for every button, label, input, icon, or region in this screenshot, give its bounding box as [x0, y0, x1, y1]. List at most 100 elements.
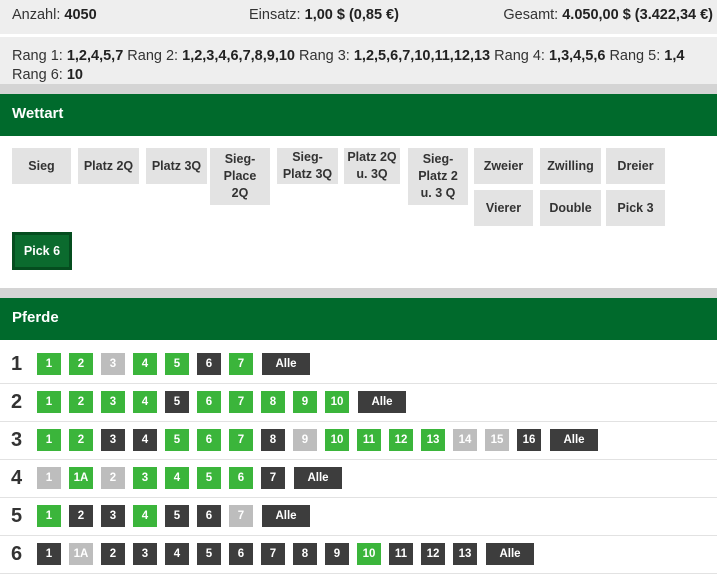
bet-type-button[interactable]: Dreier	[606, 148, 665, 184]
horse-chip[interactable]: 1A	[69, 467, 93, 489]
select-all-button[interactable]: Alle	[262, 505, 310, 527]
bet-type-button[interactable]: Sieg- Platz 2 u. 3 Q	[408, 148, 468, 205]
bet-summary: Anzahl: 4050 Einsatz: 1,00 $ (0,85 €) Ge…	[0, 0, 717, 84]
horse-chip[interactable]: 1	[37, 353, 61, 375]
bet-type-button[interactable]: Pick 6	[12, 232, 72, 270]
horse-chip[interactable]: 4	[165, 467, 189, 489]
horse-chip[interactable]: 1	[37, 505, 61, 527]
horse-chip[interactable]: 7	[229, 429, 253, 451]
rank-value: 1,3,4,5,6	[548, 48, 606, 64]
horse-chip[interactable]: 8	[261, 429, 285, 451]
einsatz-summary: Einsatz: 1,00 $ (0,85 €)	[249, 7, 399, 27]
bet-type-label: Platz 2Q	[83, 158, 134, 173]
bet-type-label: Vierer	[485, 200, 522, 215]
bet-type-button[interactable]: Sieg- Platz 3Q	[277, 148, 338, 184]
horse-chip[interactable]: 6	[229, 543, 253, 565]
horse-row: 5 1 2 3 4 5 6 7 Alle	[0, 498, 717, 536]
bet-type-button[interactable]: Platz 3Q	[146, 148, 207, 184]
select-all-button[interactable]: Alle	[486, 543, 534, 565]
horse-chip[interactable]: 6	[197, 505, 221, 527]
horse-chip[interactable]: 2	[69, 391, 93, 413]
horse-chip[interactable]: 3	[101, 429, 125, 451]
bet-type-button[interactable]: Pick 3	[606, 190, 665, 226]
horse-chip[interactable]: 1	[37, 391, 61, 413]
horse-chip[interactable]: 10	[357, 543, 381, 565]
rank-number: 6	[11, 543, 23, 565]
horse-chip[interactable]: 4	[165, 543, 189, 565]
horse-chip[interactable]: 3	[133, 467, 157, 489]
horse-chip[interactable]: 12	[421, 543, 445, 565]
horse-chip[interactable]: 1	[37, 429, 61, 451]
select-all-button[interactable]: Alle	[358, 391, 406, 413]
horse-chip[interactable]: 6	[197, 353, 221, 375]
horse-chip[interactable]: 3	[101, 505, 125, 527]
horse-row: 2 1 2 3 4 5 6 7 8 9 10 Alle	[0, 384, 717, 422]
anzahl-value: 4050	[64, 7, 97, 23]
horse-chip[interactable]: 4	[133, 429, 157, 451]
bet-type-label: Sieg	[28, 158, 55, 173]
horse-chip[interactable]: 3	[101, 391, 125, 413]
horse-chip[interactable]: 7	[261, 543, 285, 565]
bet-type-label: Zwilling	[547, 158, 594, 173]
bet-type-button[interactable]: Vierer	[474, 190, 533, 226]
bet-type-label: Pick 6	[23, 243, 61, 258]
bet-type-button[interactable]: Zweier	[474, 148, 533, 184]
bet-type-button[interactable]: Zwilling	[540, 148, 601, 184]
horse-chip[interactable]: 5	[165, 505, 189, 527]
horse-chip[interactable]: 9	[293, 391, 317, 413]
horse-chip[interactable]: 16	[517, 429, 541, 451]
horse-chip[interactable]: 6	[197, 391, 221, 413]
horse-chip[interactable]: 4	[133, 391, 157, 413]
horse-chip[interactable]: 7	[229, 391, 253, 413]
horse-chip[interactable]: 11	[357, 429, 381, 451]
bet-type-button[interactable]: Sieg	[12, 148, 71, 184]
rank-label: Rang 2:	[127, 48, 183, 64]
select-all-button[interactable]: Alle	[550, 429, 598, 451]
bet-type-button[interactable]: Sieg- Place 2Q	[210, 148, 270, 205]
horse-chip[interactable]: 2	[69, 505, 93, 527]
horse-chip[interactable]: 2	[101, 543, 125, 565]
horse-chip[interactable]: 4	[133, 505, 157, 527]
pferde-header: Pferde	[0, 298, 717, 340]
horse-chip[interactable]: 4	[133, 353, 157, 375]
horse-chip[interactable]: 9	[325, 543, 349, 565]
horse-chip[interactable]: 13	[421, 429, 445, 451]
horse-chip[interactable]: 7	[229, 353, 253, 375]
horse-chip[interactable]: 5	[165, 391, 189, 413]
select-all-button[interactable]: Alle	[262, 353, 310, 375]
rank-label: Rang 1:	[12, 48, 67, 64]
horse-chip[interactable]: 13	[453, 543, 477, 565]
section-separator	[0, 288, 717, 298]
horse-chip[interactable]: 6	[229, 467, 253, 489]
horse-chip: 15	[485, 429, 509, 451]
horse-chip: 14	[453, 429, 477, 451]
horse-chip[interactable]: 5	[197, 467, 221, 489]
summary-divider	[0, 34, 717, 37]
horse-chip[interactable]: 7	[261, 467, 285, 489]
horse-chip[interactable]: 6	[197, 429, 221, 451]
horse-chip[interactable]: 12	[389, 429, 413, 451]
rank-number: 2	[11, 391, 23, 413]
horse-chip[interactable]: 5	[165, 429, 189, 451]
horse-chip[interactable]: 8	[261, 391, 285, 413]
horse-chip[interactable]: 8	[293, 543, 317, 565]
horse-chip[interactable]: 3	[133, 543, 157, 565]
horse-chip[interactable]: 5	[197, 543, 221, 565]
bet-type-button[interactable]: Platz 2Q u. 3Q	[344, 148, 400, 184]
horse-chip[interactable]: 11	[389, 543, 413, 565]
horse-chip[interactable]: 2	[69, 353, 93, 375]
horse-chip: 3	[101, 353, 125, 375]
rank-number: 3	[11, 429, 23, 451]
rank-selection-summary: Rang 1: 1,2,4,5,7 Rang 2: 1,2,3,4,6,7,8,…	[12, 47, 714, 85]
horse-chip[interactable]: 1	[37, 543, 61, 565]
section-separator	[0, 84, 717, 94]
horse-chip[interactable]: 2	[69, 429, 93, 451]
horse-row: 4 1 1A 2 3 4 5 6 7 Alle	[0, 460, 717, 498]
select-all-button[interactable]: Alle	[294, 467, 342, 489]
bet-type-button[interactable]: Double	[540, 190, 601, 226]
horse-chip[interactable]: 10	[325, 429, 349, 451]
bet-type-button[interactable]: Platz 2Q	[78, 148, 139, 184]
rank-number: 1	[11, 353, 23, 375]
horse-chip[interactable]: 10	[325, 391, 349, 413]
horse-chip[interactable]: 5	[165, 353, 189, 375]
